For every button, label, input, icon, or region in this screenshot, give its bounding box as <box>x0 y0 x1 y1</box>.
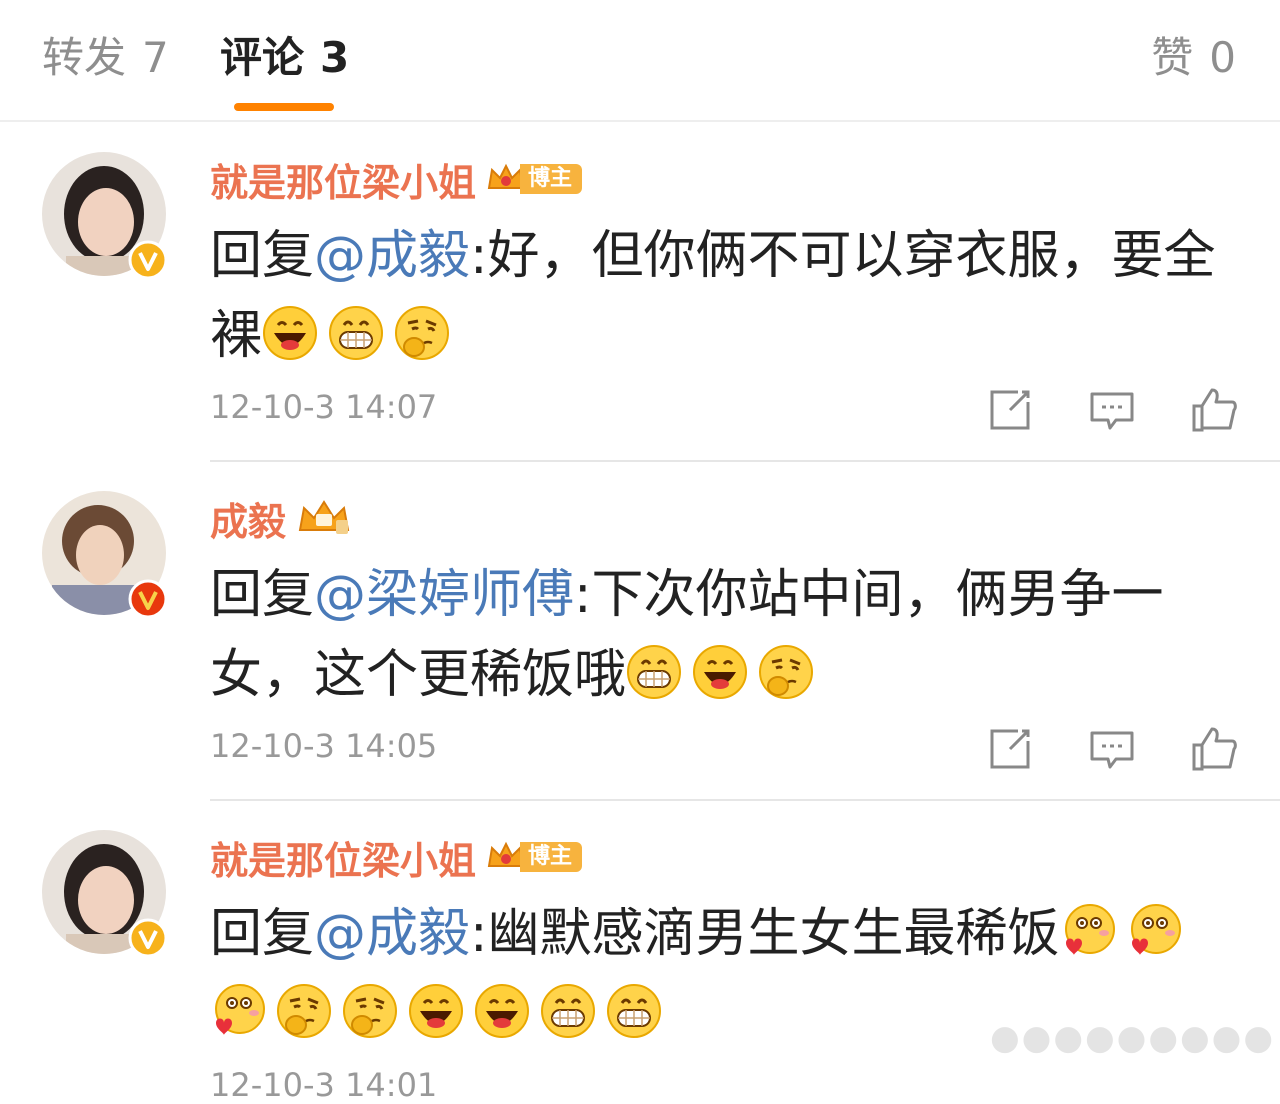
author-row: 就是那位梁小姐 博主 <box>210 152 583 207</box>
thinking-emoji <box>343 984 397 1038</box>
tab-bar: 转发 7 评论 3 赞0 <box>0 0 1280 122</box>
blogger-badge: 博主 <box>486 840 583 874</box>
grinning-emoji <box>627 645 682 699</box>
author-row: 就是那位梁小姐 博主 <box>210 830 583 885</box>
watermark: ●●●●●●●●● <box>990 1018 1276 1058</box>
reply-prefix: 回复 <box>210 226 315 286</box>
blogger-badge-label: 博主 <box>520 164 583 194</box>
tab-comments-label: 评论 <box>220 33 305 82</box>
comment-icon[interactable] <box>1086 723 1138 775</box>
blogger-badge: 博主 <box>486 162 583 196</box>
repost-icon[interactable] <box>984 384 1036 436</box>
tab-repost-label: 转发 <box>42 33 127 82</box>
author-name[interactable]: 就是那位梁小姐 <box>210 830 476 885</box>
laughing-emoji <box>409 984 463 1038</box>
thinking-emoji <box>277 984 331 1038</box>
love-emoji <box>1064 904 1115 955</box>
thinking-emoji <box>759 645 814 699</box>
comment-body: :幽默感滴男生女生最稀饭 <box>470 904 1060 964</box>
grinning-emoji <box>329 306 384 360</box>
tab-likes-label: 赞 <box>1151 33 1194 82</box>
like-icon[interactable] <box>1188 723 1240 775</box>
grinning-emoji <box>541 984 595 1038</box>
verified-badge-icon <box>128 918 168 958</box>
love-emoji <box>215 984 265 1035</box>
comment-text: 回复@梁婷师傅:下次你站中间，俩男争一女，这个更稀饭哦 <box>210 555 1250 715</box>
fan-badge <box>296 500 352 535</box>
laughing-emoji <box>693 645 748 699</box>
tab-likes[interactable]: 赞0 <box>1151 30 1236 86</box>
repost-icon[interactable] <box>984 723 1036 775</box>
laughing-emoji <box>475 984 529 1038</box>
blogger-badge-label: 博主 <box>520 842 583 872</box>
divider <box>210 460 1280 462</box>
comment-icon[interactable] <box>1086 384 1138 436</box>
mention-link[interactable]: @成毅 <box>314 904 470 964</box>
divider <box>210 799 1280 801</box>
mention-link[interactable]: @成毅 <box>314 226 470 286</box>
mention-link[interactable]: @梁婷师傅 <box>314 565 574 625</box>
author-name[interactable]: 成毅 <box>210 491 286 546</box>
laughing-emoji <box>263 306 318 360</box>
love-emoji <box>1130 904 1181 955</box>
author-name[interactable]: 就是那位梁小姐 <box>210 152 476 207</box>
tab-comments[interactable]: 评论 3 <box>220 30 349 86</box>
tab-likes-count: 0 <box>1209 33 1236 82</box>
tab-repost-count: 7 <box>142 33 169 82</box>
author-row: 成毅 <box>210 491 352 546</box>
tab-repost[interactable]: 转发 7 <box>42 30 169 86</box>
verified-badge-icon <box>128 240 168 280</box>
reply-prefix: 回复 <box>210 904 315 964</box>
reply-prefix: 回复 <box>210 565 315 625</box>
comment-timestamp: 12-10-3 14:07 <box>210 388 438 426</box>
tab-comments-count: 3 <box>320 33 350 82</box>
like-icon[interactable] <box>1188 384 1240 436</box>
verified-badge-icon <box>128 579 168 619</box>
crown-level-icon <box>298 500 350 534</box>
comment-actions <box>984 723 1240 775</box>
active-tab-indicator <box>234 103 334 111</box>
thinking-emoji <box>395 306 450 360</box>
comment-timestamp: 12-10-3 14:05 <box>210 727 438 765</box>
grinning-emoji <box>607 984 661 1038</box>
comment-timestamp: 12-10-3 14:01 <box>210 1066 438 1104</box>
comment-text: 回复@成毅:好，但你俩不可以穿衣服，要全裸 <box>210 216 1250 376</box>
comment-actions <box>984 384 1240 436</box>
